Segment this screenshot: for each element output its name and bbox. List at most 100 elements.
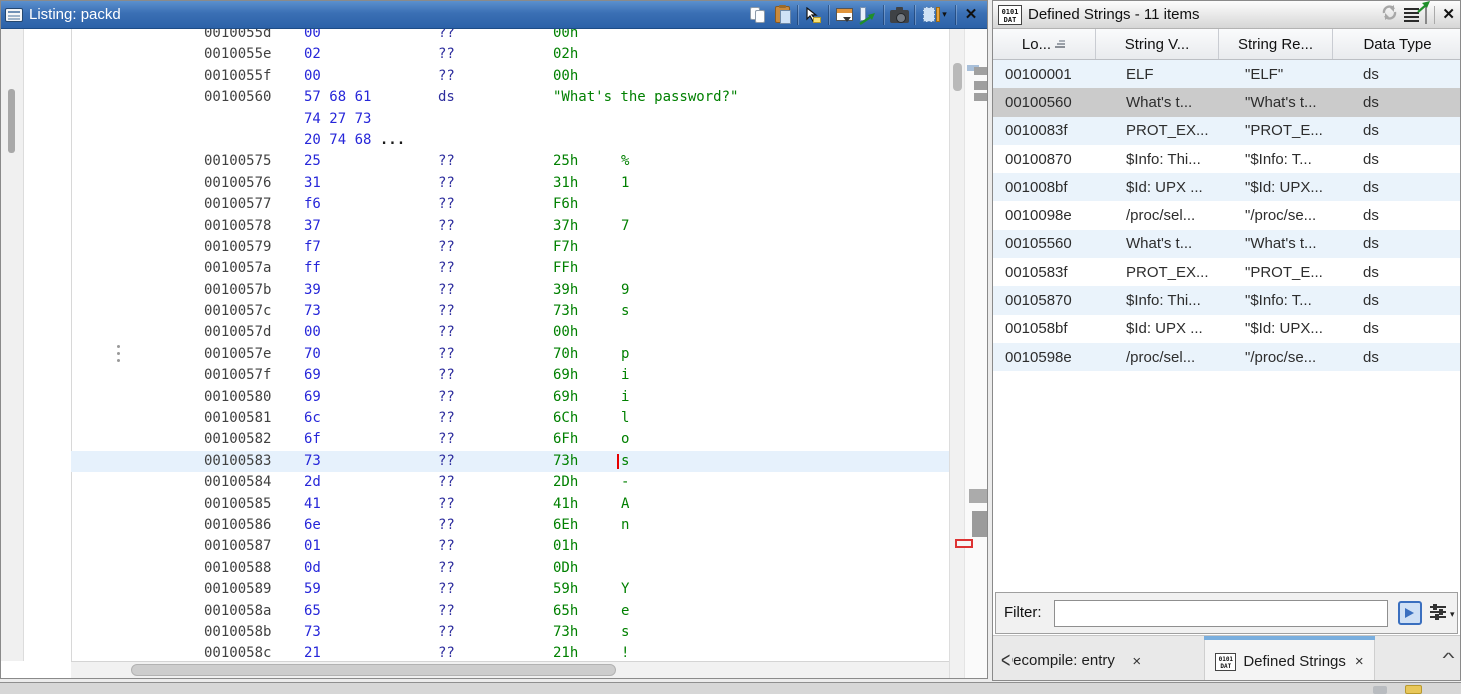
listing-row[interactable]: 00100579f7??F7h (71, 237, 949, 258)
column-filter-sliders-icon[interactable] (1430, 603, 1446, 621)
listing-row[interactable]: 0010058959??59hY (71, 579, 949, 600)
listing-row[interactable]: 0010057f69??69hi (71, 365, 949, 386)
mnemonic: ?? (438, 558, 455, 579)
strings-table-row[interactable]: 00105870$Info: Thi..."$Info: T...ds (993, 286, 1461, 314)
listing-row[interactable]: 0010057b39??39h9 (71, 280, 949, 301)
paste-button[interactable] (770, 3, 794, 27)
listing-row[interactable]: 0010058c21??21h! (71, 643, 949, 661)
listing-row[interactable]: 0010057631??31h1 (71, 173, 949, 194)
address: 0010057d (204, 322, 271, 343)
divider-handle[interactable] (117, 345, 121, 365)
toggle-columns-button[interactable] (856, 3, 880, 27)
toolbar-separator (914, 5, 915, 25)
listing-row[interactable]: 0010058b73??73hs (71, 622, 949, 643)
strings-table-row[interactable]: 0010598e/proc/sel..."/proc/se...ds (993, 343, 1461, 371)
export-button[interactable] (1425, 6, 1427, 24)
listing-display-options-button[interactable]: ▾ (918, 3, 952, 27)
ascii-char: A (621, 494, 629, 515)
listing-row[interactable]: 00100577f6??F6h (71, 194, 949, 215)
listing-row[interactable]: 0010057aff??FFh (71, 258, 949, 279)
snapshot-button[interactable] (887, 3, 911, 27)
cell-location: 00100560 (993, 94, 1096, 111)
tab-bar: < Decompile: entry × 0101DAT Defined Str… (993, 635, 1461, 681)
cursor-selection-button[interactable] (801, 3, 825, 27)
listing-row[interactable]: 001005880d??0Dh (71, 558, 949, 579)
strings-table-row[interactable]: 00105560What's t..."What's t...ds (993, 230, 1461, 258)
tab-close-icon[interactable]: × (1132, 653, 1141, 670)
filter-input[interactable] (1054, 600, 1388, 627)
listing-row[interactable]: 0010058541??41hA (71, 494, 949, 515)
operand: F7h (553, 237, 578, 258)
listing-row[interactable]: 0010057525??25h% (71, 151, 949, 172)
filter-options-icon[interactable] (1398, 601, 1422, 625)
tab-decompile[interactable]: < Decompile: entry × (1001, 640, 1197, 681)
listing-row[interactable]: 74 27 73 (71, 109, 949, 130)
listing-row[interactable]: 001005866e??6Ehn (71, 515, 949, 536)
column-header-data-type[interactable]: Data Type (1333, 29, 1461, 59)
listing-row[interactable]: 0010058069??69hi (71, 387, 949, 408)
address: 00100588 (204, 558, 271, 579)
strings-table-row[interactable]: 001058bf$Id: UPX ..."$Id: UPX...ds (993, 315, 1461, 343)
vertical-scrollbar-thumb[interactable] (953, 63, 962, 91)
dropdown-arrow-icon: ▾ (942, 9, 947, 20)
address: 0010057b (204, 280, 271, 301)
listing-icon (5, 8, 23, 22)
listing-row[interactable]: 001005826f??6Fho (71, 429, 949, 450)
listing-row[interactable]: 0010055e02??02h (71, 44, 949, 65)
overview-cursor-mark (955, 539, 973, 548)
mnemonic: ?? (438, 429, 455, 450)
listing-close-button[interactable]: ✕ (959, 3, 983, 27)
bytes: 73 (304, 301, 321, 322)
cell-string-value: /proc/sel... (1096, 207, 1219, 224)
toolbar-separator (1434, 6, 1435, 24)
strings-table-row[interactable]: 0010583fPROT_EX..."PROT_E...ds (993, 258, 1461, 286)
operand: 6Eh (553, 515, 578, 536)
snapshot-camera-icon (890, 10, 909, 23)
listing-row[interactable]: 001005816c??6Chl (71, 408, 949, 429)
listing-row[interactable]: 0010058a65??65he (71, 601, 949, 622)
collapse-panel-icon[interactable]: ^ (1442, 650, 1454, 667)
dropdown-arrow-icon[interactable]: ▾ (1450, 609, 1455, 620)
strings-table-row[interactable]: 001008bf$Id: UPX ..."$Id: UPX...ds (993, 173, 1461, 201)
tab-close-icon[interactable]: × (1355, 653, 1364, 670)
mnemonic: ?? (438, 301, 455, 322)
refresh-button[interactable] (1381, 4, 1398, 26)
tab-defined-strings[interactable]: 0101DAT Defined Strings × (1204, 640, 1375, 681)
horizontal-scrollbar[interactable] (71, 661, 949, 678)
copy-button[interactable] (746, 3, 770, 27)
listing-row-current[interactable]: 0010058373??73hs (71, 451, 949, 472)
listing-row[interactable]: 0010057837??37h7 (71, 216, 949, 237)
mnemonic: ds (438, 87, 455, 108)
listing-content[interactable]: 0010055d00??00h0010055e02??02h0010055f00… (71, 23, 949, 661)
listing-row[interactable]: 0010055f00??00h (71, 66, 949, 87)
column-header-location[interactable]: Lo... (993, 29, 1096, 59)
overview-margin[interactable] (964, 29, 988, 678)
diff-view-button[interactable] (832, 3, 856, 27)
mnemonic: ?? (438, 515, 455, 536)
cell-location: 001058bf (993, 320, 1096, 337)
listing-row[interactable]: 20 74 68 ... (71, 130, 949, 151)
strings-table-row[interactable]: 0010083fPROT_EX..."PROT_E...ds (993, 117, 1461, 145)
listing-row[interactable]: 0010057c73??73hs (71, 301, 949, 322)
listing-row[interactable]: 0010057d00??00h (71, 322, 949, 343)
mnemonic: ?? (438, 601, 455, 622)
listing-row[interactable]: 0010057e70??70hp (71, 344, 949, 365)
address: 0010057a (204, 258, 271, 279)
tab-scroll-left-icon[interactable]: < (1001, 649, 1010, 674)
listing-titlebar[interactable]: Listing: packd ▾ (1, 1, 987, 29)
strings-table-row[interactable]: 00100001ELF"ELF"ds (993, 60, 1461, 88)
defined-strings-titlebar[interactable]: 0101DAT Defined Strings - 11 items ✕ (993, 1, 1460, 29)
listing-row[interactable]: 001005842d??2Dh- (71, 472, 949, 493)
strings-table-row-selected[interactable]: 00100560What's t..."What's t...ds (993, 88, 1461, 116)
bytes: f7 (304, 237, 321, 258)
strings-table-row[interactable]: 0010098e/proc/sel..."/proc/se...ds (993, 201, 1461, 229)
column-header-string-value[interactable]: String V... (1096, 29, 1219, 59)
strings-table-row[interactable]: 00100870$Info: Thi..."$Info: T...ds (993, 145, 1461, 173)
horizontal-scrollbar-thumb[interactable] (131, 664, 616, 676)
listing-row[interactable]: 0010056057 68 61ds"What's the password?" (71, 87, 949, 108)
listing-row[interactable]: 0010058701??01h (71, 536, 949, 557)
ascii-char: - (621, 472, 629, 493)
vertical-scrollbar[interactable] (949, 29, 964, 678)
strings-close-button[interactable]: ✕ (1442, 6, 1455, 24)
column-header-string-representation[interactable]: String Re... (1219, 29, 1333, 59)
